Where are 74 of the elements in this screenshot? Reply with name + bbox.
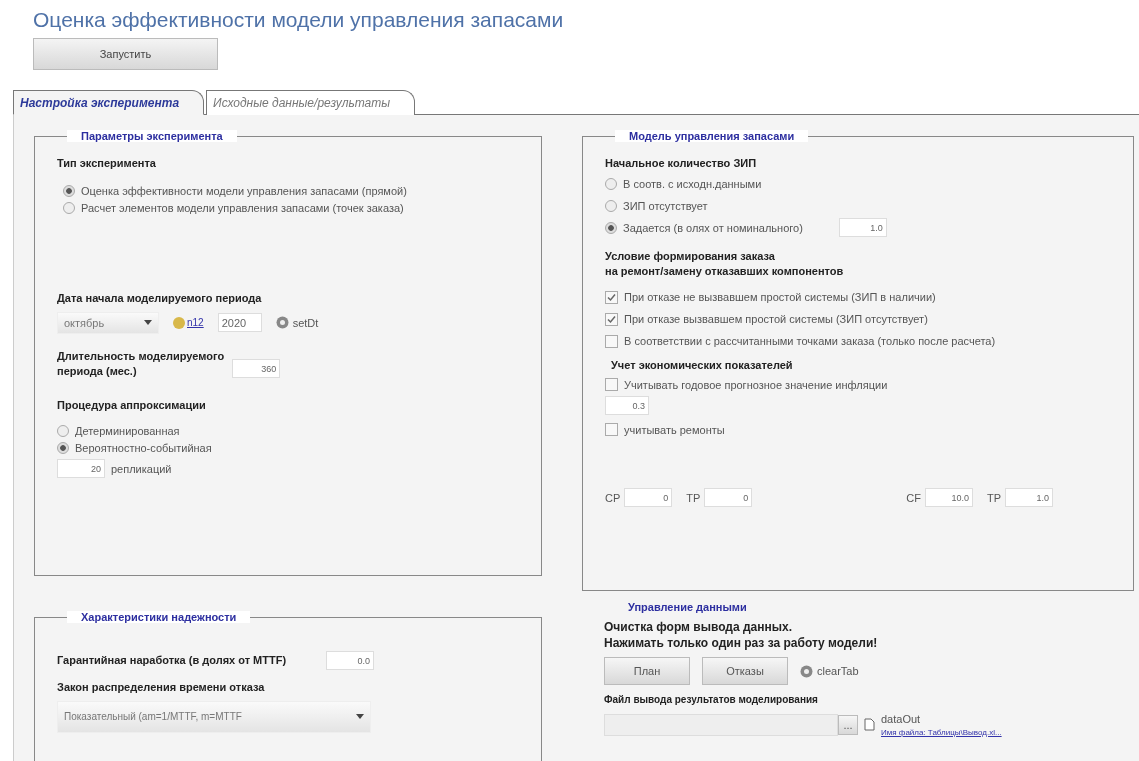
checkbox[interactable] xyxy=(605,423,618,437)
checkbox-label: При отказе вызвавшем простой системы (ЗИП отсутствует) xyxy=(624,313,928,326)
panel-legend: Параметры эксперимента xyxy=(67,130,237,142)
file-icon xyxy=(864,718,875,732)
section-label: Процедура аппроксимации xyxy=(57,398,207,414)
cost-field[interactable]: 0 xyxy=(704,488,753,508)
browse-button[interactable]: ... xyxy=(838,714,858,735)
radio-label: Оценка эффективности модели управления запасами (прямой) xyxy=(81,184,407,197)
calendar-link[interactable]: n12 xyxy=(187,317,204,329)
radio-button[interactable] xyxy=(63,201,75,214)
radio-label: ЗИП отсутствует xyxy=(623,199,708,212)
distribution-select[interactable]: Показательный (am=1/MTTF, m=MTTF xyxy=(57,700,371,733)
file-field[interactable] xyxy=(604,713,838,736)
section-label: Тип эксперимента xyxy=(57,156,157,171)
panel-legend: Управление данными xyxy=(614,601,761,613)
radio-label: Вероятностно-событийная xyxy=(75,442,212,455)
cost-label: TP xyxy=(686,491,701,504)
section-label: Начальное количество ЗИП xyxy=(605,156,758,171)
radio-button[interactable] xyxy=(57,442,69,455)
replications-field[interactable]: 20 xyxy=(57,459,105,479)
file-link[interactable]: Имя файла: Таблицы\Вывод.xl... xyxy=(881,727,1002,737)
radio-button[interactable] xyxy=(57,425,69,438)
section-label: Длительность моделируемого периода (мес.) xyxy=(57,348,225,379)
cost-field[interactable]: 1.0 xyxy=(1005,488,1054,508)
checkbox[interactable] xyxy=(605,290,618,304)
radio-button[interactable] xyxy=(605,177,617,190)
panel-legend: Характеристики надежности xyxy=(67,611,251,623)
section-label: Гарантийная наработка (в долях от MTTF) xyxy=(57,653,287,668)
section-label: Дата начала моделируемого периода xyxy=(57,290,263,306)
cost-field[interactable]: 10.0 xyxy=(925,488,973,508)
caret-icon xyxy=(356,714,364,720)
cost-label: CF xyxy=(906,491,921,504)
cost-field[interactable]: 0 xyxy=(624,488,673,508)
file-label: Файл вывода результатов моделирования xyxy=(604,693,819,707)
note-text: Очистка форм вывода данных. Нажимать только один раз за работу модели! xyxy=(604,619,879,652)
checkbox-label: В соответствии с рассчитанными точками заказа (только после расчета) xyxy=(624,335,996,348)
panel-legend: Модель управления запасами xyxy=(615,130,809,142)
clear-label: clearTab xyxy=(817,665,859,678)
output-label: dataOut xyxy=(881,712,922,725)
checkbox[interactable] xyxy=(605,378,618,392)
set-label: setDt xyxy=(292,316,319,329)
inflation-field[interactable]: 0.3 xyxy=(605,396,649,416)
checkbox-label: При отказе не вызвавшем простой системы (ЗИП в наличии) xyxy=(624,291,936,304)
tab[interactable]: Исходные данные/результаты xyxy=(206,90,416,115)
distribution-value: Показательный (am=1/MTTF, m=MTTF xyxy=(64,711,242,723)
section-label: Условие формирования заказа на ремонт/замену отказавших компонентов xyxy=(605,248,845,279)
run-button[interactable]: Запустить xyxy=(33,38,218,70)
warranty-field[interactable]: 0.0 xyxy=(326,651,375,670)
radio-button[interactable] xyxy=(605,221,617,234)
month-value: октябрь xyxy=(64,316,105,329)
radio-label: Задается (в олях от номинального) xyxy=(623,221,803,234)
radio-label: Расчет элементов модели управления запасами (точек заказа) xyxy=(81,201,404,214)
radio-label: В соотв. с исходн.данными xyxy=(623,177,762,190)
checkbox-label: Учитывать годовое прогнозное значение инфляции xyxy=(624,378,888,391)
percent-field[interactable]: 1.0 xyxy=(838,218,887,238)
radio-button[interactable] xyxy=(63,184,75,197)
caret-icon xyxy=(144,320,152,326)
clear-button[interactable]: Отказы xyxy=(702,657,788,686)
clear-button[interactable]: План xyxy=(604,657,690,686)
replications-label: репликаций xyxy=(111,462,172,475)
checkbox[interactable] xyxy=(605,312,618,326)
checkbox[interactable] xyxy=(605,334,618,348)
page-title: Оценка эффективности модели управления запасами xyxy=(33,8,565,32)
cost-label: CP xyxy=(605,491,621,504)
radio-label: Детерминированная xyxy=(75,425,180,438)
tab[interactable]: Настройка эксперимента xyxy=(13,90,205,115)
checkbox-label: учитывать ремонты xyxy=(624,423,725,436)
section-label: Закон распределения времени отказа xyxy=(57,680,266,695)
cost-label: TP xyxy=(987,491,1002,504)
radio-button[interactable] xyxy=(605,199,617,212)
duration-field[interactable]: 360 xyxy=(232,359,281,379)
section-label: Учет экономических показателей xyxy=(611,357,794,373)
month-select[interactable]: октябрь xyxy=(57,311,159,334)
year-field[interactable]: 2020 xyxy=(217,313,262,333)
